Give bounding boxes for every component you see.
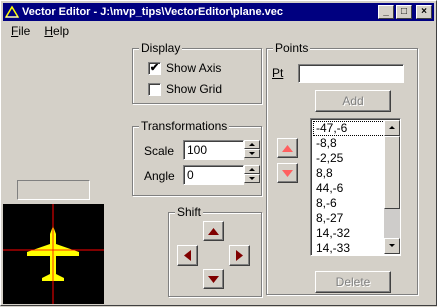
title-bar[interactable]: Vector Editor - J:\mvp_tips\VectorEditor… xyxy=(3,3,434,21)
menu-help-label: elp xyxy=(53,24,70,38)
points-list-item[interactable]: -47,-6 xyxy=(313,121,385,136)
points-list-item[interactable]: -8,8 xyxy=(313,136,385,151)
scroll-down-button[interactable] xyxy=(384,238,400,254)
move-point-down-button[interactable] xyxy=(277,163,298,183)
scale-spinner xyxy=(244,140,260,158)
checkmark-icon: ✔ xyxy=(149,62,160,74)
angle-increase-button[interactable] xyxy=(244,165,260,174)
vector-editor-app-icon xyxy=(5,5,19,19)
scroll-up-icon xyxy=(389,126,395,129)
window-title: Vector Editor - J:\mvp_tips\VectorEditor… xyxy=(22,6,284,18)
show-grid-label: Show Grid xyxy=(166,82,223,96)
menu-help-accel: H xyxy=(44,24,54,38)
points-list-item[interactable]: 8,-6 xyxy=(313,196,385,211)
close-button[interactable]: × xyxy=(416,5,432,19)
angle-input[interactable]: 0 xyxy=(183,165,244,185)
menu-file[interactable]: File xyxy=(3,22,36,40)
status-panel xyxy=(17,180,90,200)
shift-left-icon xyxy=(184,250,191,261)
points-list-item[interactable]: 44,-6 xyxy=(313,181,385,196)
points-list-scrollbar[interactable] xyxy=(384,120,400,254)
shift-group: Shift xyxy=(168,205,262,297)
shift-group-title: Shift xyxy=(175,205,204,219)
scale-increase-button[interactable] xyxy=(244,140,260,149)
menu-bar: File Help xyxy=(3,22,75,40)
main-window: Vector Editor - J:\mvp_tips\VectorEditor… xyxy=(0,0,437,306)
display-group-title: Display xyxy=(139,41,183,55)
points-list-item[interactable]: 8,8 xyxy=(313,166,385,181)
spin-up-icon xyxy=(249,143,255,146)
shift-right-button[interactable] xyxy=(229,245,250,266)
shift-left-button[interactable] xyxy=(177,245,198,266)
spin-up-icon xyxy=(249,168,255,171)
menu-file-label: ile xyxy=(18,24,31,38)
menu-help[interactable]: Help xyxy=(36,22,75,40)
angle-spinner xyxy=(244,165,260,183)
shift-up-button[interactable] xyxy=(203,221,224,241)
scroll-thumb[interactable] xyxy=(384,136,400,209)
shift-right-icon xyxy=(236,250,243,261)
pt-label: Pt xyxy=(272,66,284,80)
shift-down-icon xyxy=(208,275,219,283)
points-list-item[interactable]: 8,-27 xyxy=(313,211,385,226)
minimize-icon: _ xyxy=(383,6,389,17)
maximize-icon: □ xyxy=(400,6,408,17)
scroll-track[interactable] xyxy=(384,209,400,238)
angle-label: Angle xyxy=(144,169,175,183)
transformations-group: Transformations Scale 100 Angle 0 xyxy=(132,119,262,196)
scroll-down-icon xyxy=(389,244,395,247)
plane-drawing xyxy=(3,204,104,304)
minimize-button[interactable]: _ xyxy=(378,5,394,19)
points-list-items: -47,-6 -8,8 -2,25 8,8 44,-6 8,-6 8,-27 14,-32 14… xyxy=(313,121,385,255)
show-grid-checkbox[interactable] xyxy=(148,83,161,96)
spin-down-icon xyxy=(249,177,255,180)
delete-button[interactable]: Delete xyxy=(315,271,391,293)
shift-up-icon xyxy=(208,227,219,235)
point-input[interactable] xyxy=(298,64,404,83)
points-list-item[interactable]: -2,25 xyxy=(313,151,385,166)
show-axis-checkbox[interactable]: ✔ xyxy=(148,62,161,75)
maximize-button[interactable]: □ xyxy=(396,5,412,19)
points-list-item[interactable]: 14,-33 xyxy=(313,241,385,255)
move-point-up-button[interactable] xyxy=(277,138,298,158)
show-axis-label: Show Axis xyxy=(166,61,222,75)
scale-label: Scale xyxy=(144,144,175,158)
drawing-canvas[interactable] xyxy=(3,204,104,304)
points-list[interactable]: -47,-6 -8,8 -2,25 8,8 44,-6 8,-6 8,-27 14,-32 14… xyxy=(310,118,401,256)
scale-input[interactable]: 100 xyxy=(183,140,244,160)
add-button[interactable]: Add xyxy=(315,90,391,112)
angle-decrease-button[interactable] xyxy=(244,174,260,183)
scale-decrease-button[interactable] xyxy=(244,149,260,158)
move-up-icon xyxy=(282,144,293,152)
points-group-title: Points xyxy=(273,41,311,55)
display-group: Display ✔ Show Axis Show Grid xyxy=(132,41,262,104)
transformations-group-title: Transformations xyxy=(139,119,230,133)
scroll-up-button[interactable] xyxy=(384,120,400,136)
close-icon: × xyxy=(421,6,427,17)
spin-down-icon xyxy=(249,152,255,155)
points-list-item[interactable]: 14,-32 xyxy=(313,226,385,241)
shift-down-button[interactable] xyxy=(203,269,224,289)
move-down-icon xyxy=(282,169,293,177)
